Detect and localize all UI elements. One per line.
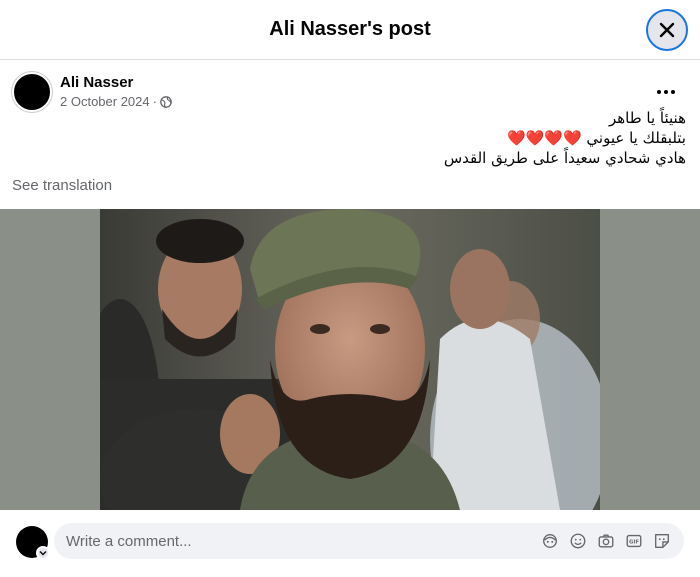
gif-icon[interactable]: GIF [624,531,644,551]
see-translation-link[interactable]: See translation [12,177,112,194]
author-avatar[interactable] [12,72,52,112]
post-photo[interactable] [100,209,600,510]
sticker-icon[interactable] [652,531,672,551]
close-button[interactable] [646,9,688,51]
post-text: هنيئاً يا طاهر بتلبقلك يا عيوني ❤️❤️❤️❤️… [86,108,686,168]
camera-icon[interactable] [596,531,616,551]
more-options-button[interactable] [648,78,684,106]
composer-icons: GIF [532,523,672,559]
comment-box[interactable]: GIF [54,523,684,559]
chevron-down-icon[interactable] [36,546,50,560]
post-media[interactable] [0,209,700,510]
globe-icon [160,95,172,108]
avatar-sticker-icon[interactable] [540,531,560,551]
emoji-icon[interactable] [568,531,588,551]
svg-text:GIF: GIF [629,539,639,545]
close-icon [659,22,675,38]
post-text-line: هادي شحادي سعيداً على طريق القدس [443,149,686,167]
dialog-header: Ali Nasser's post [0,0,700,60]
comment-input[interactable] [66,532,526,550]
more-options-icon [657,90,661,94]
author-name[interactable]: Ali Nasser [60,73,172,92]
post-text-line: بتلبقلك يا عيوني ❤️❤️❤️❤️ [506,129,686,147]
post-header: Ali Nasser 2 October 2024 · [12,72,172,112]
dialog-title: Ali Nasser's post [269,18,431,40]
comment-composer: GIF [0,510,700,577]
post-text-line: هنيئاً يا طاهر [608,109,686,127]
author-info: Ali Nasser 2 October 2024 · [60,73,172,111]
